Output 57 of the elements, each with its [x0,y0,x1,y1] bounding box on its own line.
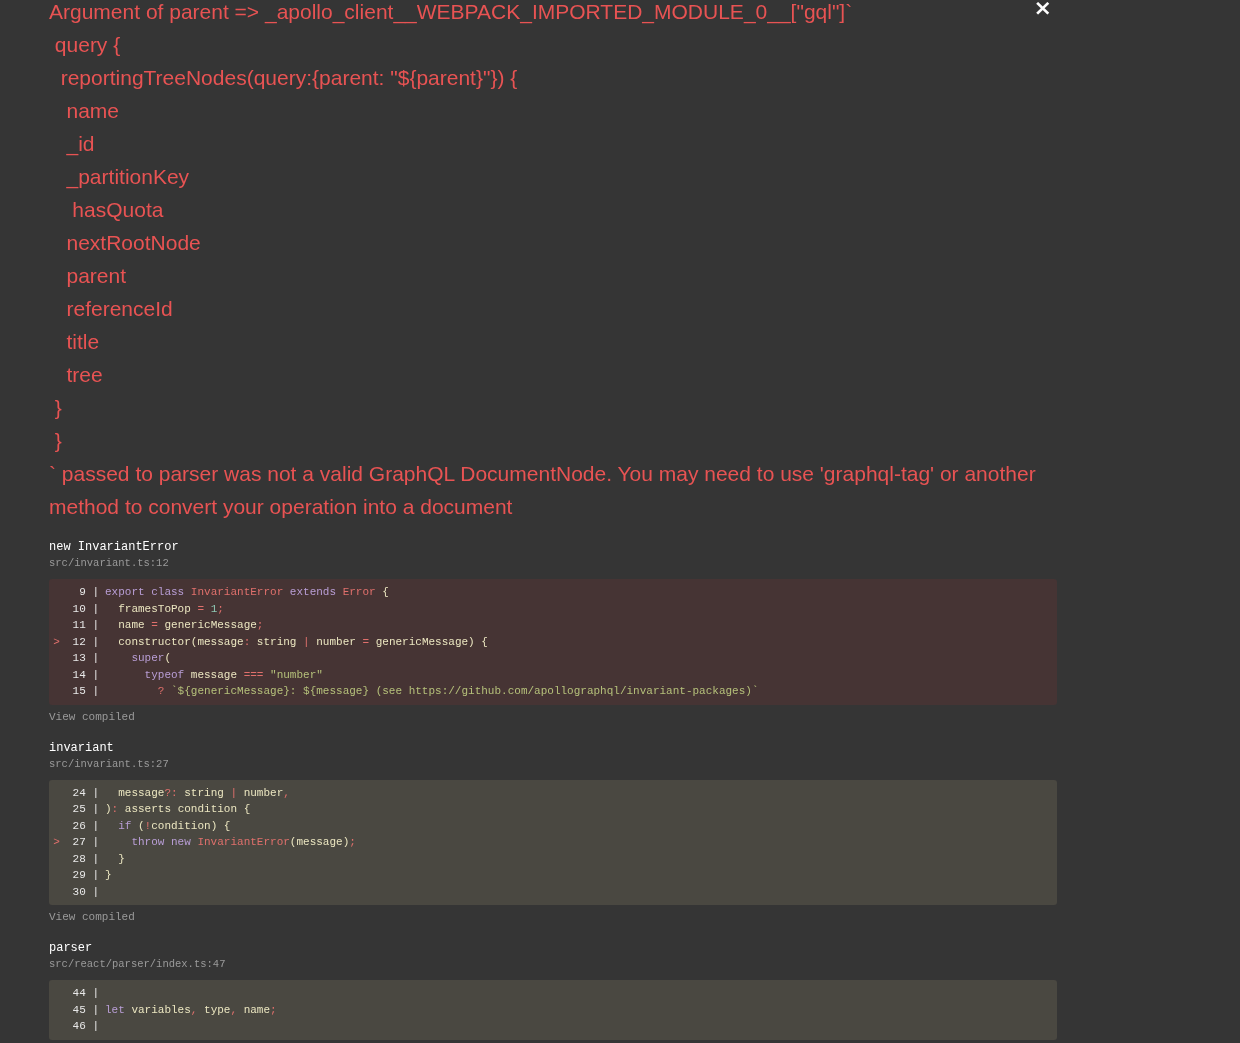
error-message-line: reportingTreeNodes(query:{parent: "${parent}"}) { [59,65,518,91]
function-name: new InvariantError [49,539,179,555]
line-number: 11 | [71,618,99,633]
error-message-line: Argument of parent => _apollo_client__WEBPACK_IMPORTED_MODULE_0__["gql"]` [49,0,853,26]
line-number: 27 | [71,835,99,850]
error-message-line: title [65,329,100,355]
error-message-line: _partitionKey [65,164,190,191]
error-message-line: ` passed to parser was not a valid GraphQL DocumentNode. You may need to use 'graphql-tag' or another method to convert your operation into a document [49,461,1037,520]
code-line: let variables, type, name; [105,1002,277,1018]
error-message-line: parent [65,263,127,289]
file-location: src/invariant.ts:27 [49,756,169,772]
code-line: typeof message === "number" [143,667,323,683]
file-location: src/react/parser/index.ts:47 [49,957,226,972]
code-line: constructor(message: string | number = genericMessage) { [117,634,488,650]
file-location: src/invariant.ts:12 [49,556,169,571]
line-number: 10 | [71,601,99,617]
line-number: 45 | [71,1002,99,1018]
line-number: 24 | [71,785,99,801]
line-number: 14 | [71,667,99,683]
line-number: 44 | [71,986,99,1001]
close-button[interactable]: × [1033,0,1052,19]
code-line: message?: string | number, [117,785,290,801]
error-message-line: nextRootNode [65,230,201,256]
function-name: invariant [49,739,114,756]
line-number: 28 | [71,851,99,867]
code-line: name = genericMessage; [117,618,264,633]
line-number: 12 | [71,634,99,650]
view-compiled-link[interactable]: View compiled [49,709,135,724]
code-line: super( [130,651,172,666]
code-line: throw new InvariantError(message); [130,835,356,850]
line-number: 29 | [71,868,99,883]
error-message-line: tree [65,362,103,388]
code-line: } [105,868,112,883]
error-message-line: hasQuota [71,197,164,223]
line-number: 26 | [71,818,99,834]
error-message-line: } [53,395,62,421]
error-message-line: query { [53,32,121,58]
code-line: } [117,851,125,867]
function-name: parser [49,940,93,956]
code-line: ? `${genericMessage}: ${message} (see https://github.com/apollographql/invariant-packages)` [156,684,759,699]
error-message-line: } [53,428,62,454]
line-number: 25 | [71,802,99,817]
code-line: export class InvariantError extends Error { [105,585,389,600]
error-message-line: _id [65,131,95,158]
line-number: 9 | [78,585,99,600]
line-marker: > [53,634,60,650]
line-number: 46 | [71,1019,99,1034]
code-line: if (!condition) { [117,818,231,834]
error-message-line: referenceId [65,296,173,322]
view-compiled-link[interactable]: View compiled [49,910,135,924]
line-number: 15 | [71,684,99,699]
code-line: framesToPop = 1; [117,601,224,617]
code-line: ): asserts condition { [105,802,251,817]
line-marker: > [53,835,60,850]
line-number: 13 | [71,651,99,666]
line-number: 30 | [71,884,99,900]
error-message-line: name [65,98,120,124]
